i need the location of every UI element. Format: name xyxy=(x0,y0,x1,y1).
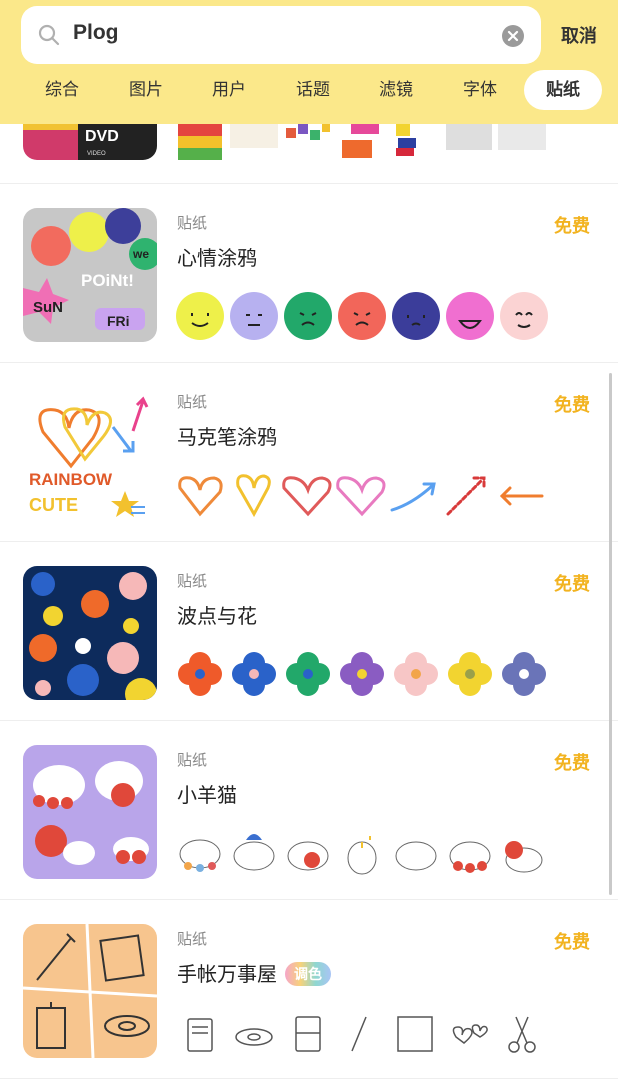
list-item-dots-and-flowers[interactable]: 贴纸 波点与花 免费 xyxy=(0,542,618,721)
item-title-text: 手帐万事屋 xyxy=(177,964,277,986)
clear-icon[interactable] xyxy=(502,25,524,47)
sticker-thumbnail xyxy=(23,924,157,1058)
sticker-previews xyxy=(176,291,556,341)
sticker-previews xyxy=(176,1007,556,1057)
cute-text: CUTE xyxy=(29,495,78,515)
sticker-result-list: DVD VIDEO POiNt! SuN FRi we 贴纸 心情涂鸦 免费 R… xyxy=(0,0,618,1080)
video-text: VIDEO xyxy=(87,151,106,157)
tab-images[interactable]: 图片 xyxy=(107,70,185,110)
list-item-marker-doodle[interactable]: RAINBOW CUTE 贴纸 马克笔涂鸦 免费 xyxy=(0,363,618,542)
dvd-text: DVD xyxy=(85,128,119,145)
item-type-label: 贴纸 xyxy=(177,931,208,948)
item-title: 波点与花 xyxy=(177,606,257,628)
item-title: 小羊猫 xyxy=(177,785,237,807)
sticker-thumbnail: RAINBOW CUTE xyxy=(23,387,157,521)
sticker-thumbnail: POiNt! SuN FRi we xyxy=(23,208,157,342)
list-item-journal-shop[interactable]: 贴纸 手帐万事屋 调色 免费 xyxy=(0,900,618,1079)
item-title: 手帐万事屋 调色 xyxy=(177,958,331,987)
tab-general[interactable]: 综合 xyxy=(23,70,101,110)
sticker-previews xyxy=(176,649,556,699)
tab-stickers[interactable]: 贴纸 xyxy=(524,70,602,110)
item-title: 心情涂鸦 xyxy=(177,248,257,270)
category-tabs: 综合 图片 用户 话题 滤镜 字体 贴纸 xyxy=(0,70,618,112)
list-item-little-sheep-cat[interactable]: 贴纸 小羊猫 免费 xyxy=(0,721,618,900)
item-type-label: 贴纸 xyxy=(177,394,208,411)
color-tone-badge: 调色 xyxy=(285,962,331,986)
sticker-previews xyxy=(176,470,556,520)
sticker-thumbnail xyxy=(23,566,157,700)
fri-text: FRi xyxy=(107,313,130,329)
tab-fonts[interactable]: 字体 xyxy=(441,70,519,110)
scrollbar[interactable] xyxy=(609,373,612,895)
point-text: POiNt! xyxy=(81,271,134,290)
free-badge[interactable]: 免费 xyxy=(554,928,590,954)
sticker-thumbnail xyxy=(23,745,157,879)
rainbow-text: RAINBOW xyxy=(29,470,113,489)
sun-text: SuN xyxy=(33,299,63,316)
sticker-previews xyxy=(176,828,556,878)
free-badge[interactable]: 免费 xyxy=(554,212,590,238)
search-header: Plog 取消 综合 图片 用户 话题 滤镜 字体 贴纸 xyxy=(0,0,618,124)
search-icon xyxy=(38,24,60,46)
item-type-label: 贴纸 xyxy=(177,573,208,590)
cancel-button[interactable]: 取消 xyxy=(561,22,597,48)
free-badge[interactable]: 免费 xyxy=(554,570,590,596)
tab-topics[interactable]: 话题 xyxy=(274,70,352,110)
free-badge[interactable]: 免费 xyxy=(554,391,590,417)
search-input[interactable]: Plog xyxy=(21,6,541,64)
sticker-previews xyxy=(176,120,556,170)
item-title: 马克笔涂鸦 xyxy=(177,427,277,449)
free-badge[interactable]: 免费 xyxy=(554,749,590,775)
item-type-label: 贴纸 xyxy=(177,752,208,769)
list-item-mood-doodle[interactable]: POiNt! SuN FRi we 贴纸 心情涂鸦 免费 xyxy=(0,184,618,363)
search-query[interactable]: Plog xyxy=(73,21,119,45)
tab-filters[interactable]: 滤镜 xyxy=(357,70,435,110)
tab-users[interactable]: 用户 xyxy=(190,70,268,110)
item-type-label: 贴纸 xyxy=(177,215,208,232)
we-text: we xyxy=(132,247,149,261)
